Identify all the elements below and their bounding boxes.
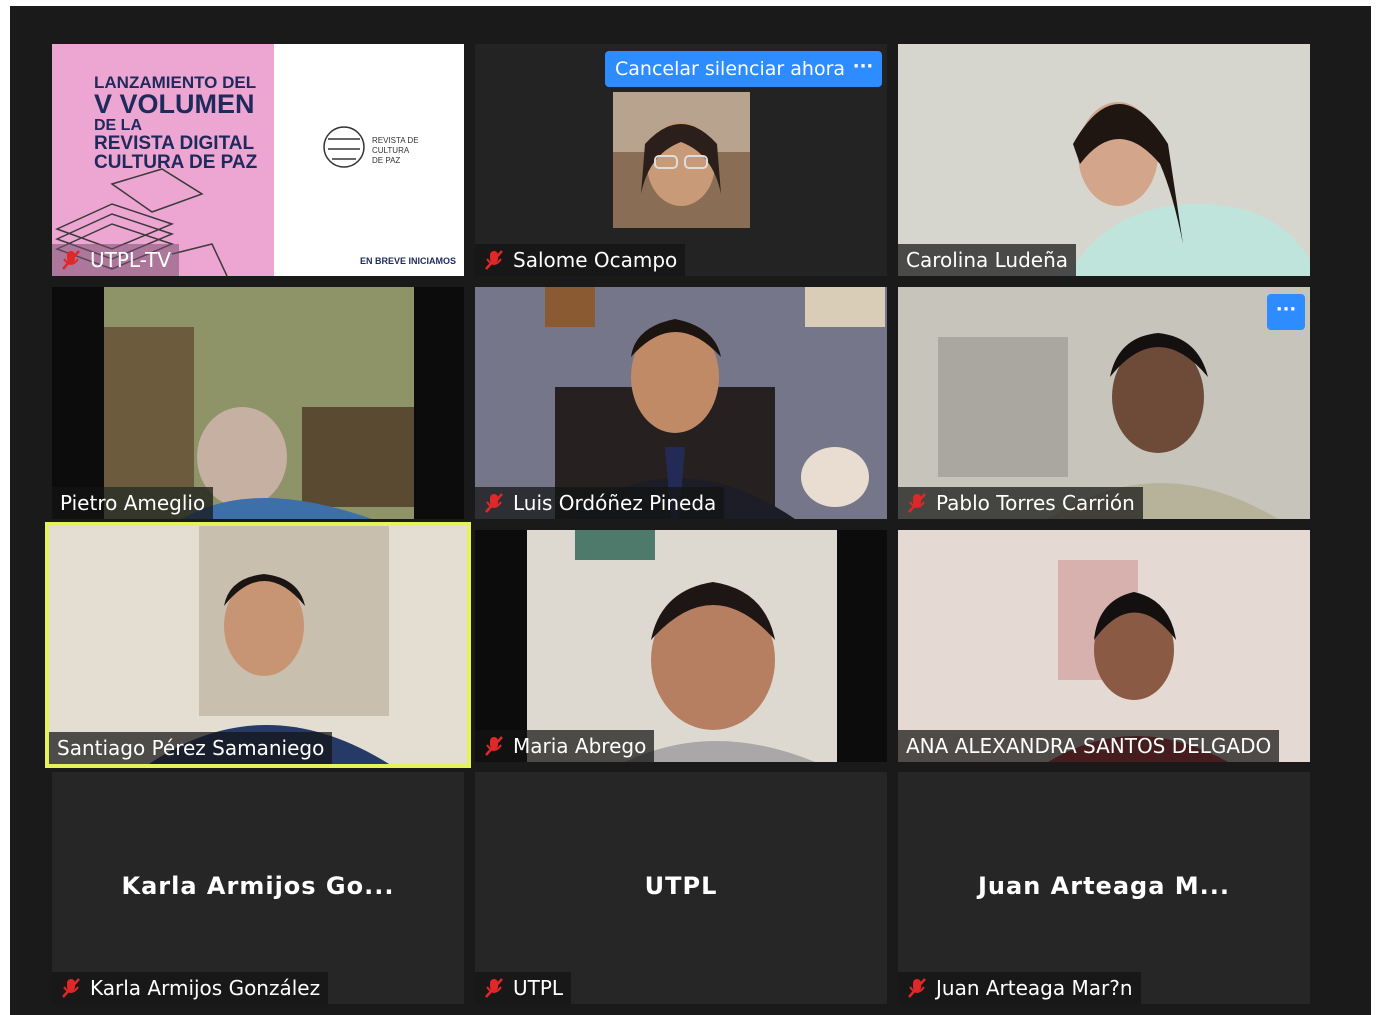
participant-name: Juan Arteaga Mar?n — [936, 976, 1133, 1000]
participant-video — [898, 287, 1310, 519]
participant-nameplate: UTPL-TV — [52, 244, 179, 276]
participant-nameplate: Pietro Ameglio — [52, 487, 214, 519]
muted-mic-icon — [906, 977, 928, 999]
participant-name: Carolina Ludeña — [906, 248, 1069, 272]
participant-name: ANA ALEXANDRA SANTOS DELGADO — [906, 734, 1272, 758]
participant-nameplate: Maria Abrego — [475, 730, 655, 762]
muted-mic-icon — [483, 977, 505, 999]
logo-line: CULTURA — [372, 146, 410, 155]
slide-line: CULTURA DE PAZ — [94, 152, 258, 173]
logo-line: DE PAZ — [372, 156, 401, 165]
video-tile-santiago-perez[interactable]: Santiago Pérez Samaniego — [45, 522, 471, 768]
participant-name: UTPL — [513, 976, 564, 1000]
participant-video — [49, 526, 467, 764]
video-tile-juan-arteaga[interactable]: Juan Arteaga M... Juan Arteaga Mar?n — [898, 772, 1310, 1004]
participant-display-name: UTPL — [644, 872, 718, 900]
participant-name: Salome Ocampo — [513, 248, 678, 272]
more-options-button[interactable]: ··· — [1267, 294, 1305, 330]
slide-line: REVISTA DIGITAL — [94, 133, 255, 154]
muted-mic-icon — [483, 492, 505, 514]
muted-mic-icon — [906, 492, 928, 514]
participant-name: Luis Ordóñez Pineda — [513, 491, 717, 515]
logo-line: REVISTA DE — [372, 136, 419, 145]
video-tile-pablo-torres[interactable]: ··· Pablo Torres Carrión — [898, 287, 1310, 519]
participant-name: UTPL-TV — [90, 248, 171, 272]
participant-nameplate: Carolina Ludeña — [898, 244, 1077, 276]
participant-name: Maria Abrego — [513, 734, 647, 758]
participant-name: Pietro Ameglio — [60, 491, 206, 515]
video-tile-pietro-ameglio[interactable]: Pietro Ameglio — [52, 287, 464, 519]
slide-line: DE LA — [94, 117, 142, 134]
participant-name: Santiago Pérez Samaniego — [57, 736, 325, 760]
participant-video — [475, 287, 887, 519]
video-tile-salome-ocampo[interactable]: Cancelar silenciar ahora ··· Salome Ocam… — [475, 44, 887, 276]
participant-display-name: Juan Arteaga M... — [978, 872, 1230, 900]
video-tile-ana-santos[interactable]: ANA ALEXANDRA SANTOS DELGADO — [898, 530, 1310, 762]
video-tile-carolina-ludena[interactable]: Carolina Ludeña — [898, 44, 1310, 276]
participant-nameplate: UTPL — [475, 972, 572, 1004]
video-tile-karla-armijos[interactable]: Karla Armijos Go... Karla Armijos Gonzál… — [52, 772, 464, 1004]
video-tile-luis-ordonez[interactable]: Luis Ordóñez Pineda — [475, 287, 887, 519]
participant-video — [527, 530, 837, 762]
more-options-button[interactable]: ··· — [844, 51, 882, 87]
slide-title: LANZAMIENTO DEL V VOLUMEN DE LA REVISTA … — [94, 74, 257, 172]
muted-mic-icon — [60, 249, 82, 271]
slide-footer: EN BREVE INICIAMOS — [360, 256, 457, 266]
participant-nameplate: Karla Armijos González — [52, 972, 329, 1004]
cancel-unmute-request-button[interactable]: Cancelar silenciar ahora — [605, 51, 856, 87]
participant-name: Karla Armijos González — [90, 976, 321, 1000]
muted-mic-icon — [483, 735, 505, 757]
video-tile-utpl-tv[interactable]: LANZAMIENTO DEL V VOLUMEN DE LA REVISTA … — [52, 44, 464, 276]
participant-video — [104, 287, 414, 519]
slide-line: V VOLUMEN — [94, 89, 255, 119]
logo-text: REVISTA DE CULTURA DE PAZ — [372, 136, 419, 166]
participant-display-name: Karla Armijos Go... — [121, 872, 395, 900]
participant-name: Pablo Torres Carrión — [936, 491, 1135, 515]
participant-nameplate: ANA ALEXANDRA SANTOS DELGADO — [898, 730, 1280, 762]
video-tile-utpl[interactable]: UTPL UTPL — [475, 772, 887, 1004]
participant-nameplate: Santiago Pérez Samaniego — [49, 732, 333, 764]
participant-nameplate: Pablo Torres Carrión — [898, 487, 1143, 519]
video-tile-maria-abrego[interactable]: Maria Abrego — [475, 530, 887, 762]
participant-nameplate: Salome Ocampo — [475, 244, 686, 276]
muted-mic-icon — [483, 249, 505, 271]
participant-nameplate: Juan Arteaga Mar?n — [898, 972, 1141, 1004]
participant-video — [898, 44, 1310, 276]
gallery-view: LANZAMIENTO DEL V VOLUMEN DE LA REVISTA … — [10, 6, 1371, 1015]
muted-mic-icon — [60, 977, 82, 999]
participant-video — [898, 530, 1310, 762]
participant-nameplate: Luis Ordóñez Pineda — [475, 487, 725, 519]
